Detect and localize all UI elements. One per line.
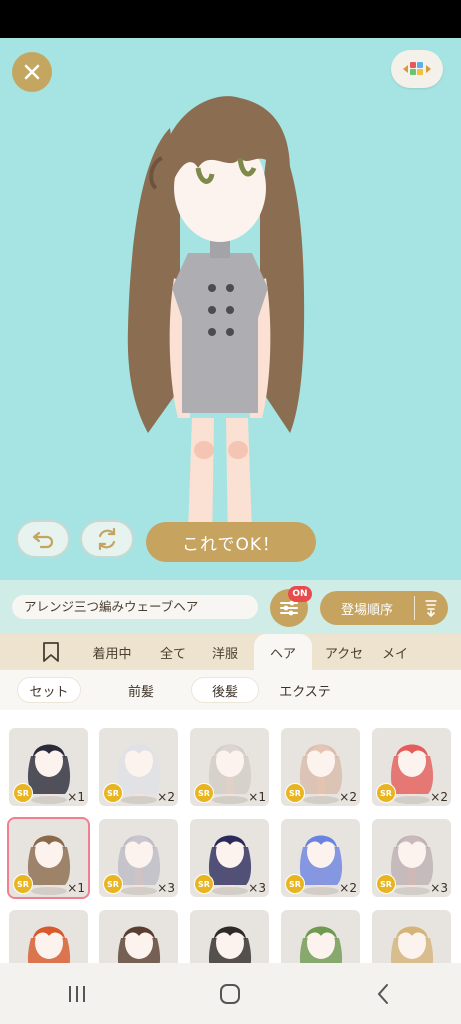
- filter-on-badge: ON: [288, 586, 312, 602]
- status-bar: [0, 0, 461, 38]
- item-info-bar: アレンジ三つ編みウェーブヘア ON 登場順序: [0, 580, 461, 634]
- item-quantity: ×3: [430, 881, 448, 895]
- item-grid: SR ×1 SR ×2 SR ×1 SR ×2 SR ×2 SR ×1 SR ×3 SR ×3 SR ×2 SR ×3: [0, 710, 461, 963]
- category-tabs: 着用中 全て 洋服 ヘア アクセ メイ: [0, 634, 461, 670]
- tab-clothes[interactable]: 洋服: [196, 634, 254, 670]
- rarity-badge: SR: [376, 783, 396, 803]
- hair-item-card[interactable]: SR ×1: [7, 817, 90, 899]
- hair-item-card[interactable]: SR ×2: [99, 728, 178, 806]
- system-nav-bar: [0, 963, 461, 1024]
- rarity-badge: SR: [13, 783, 33, 803]
- hair-item-card[interactable]: SR ×3: [372, 819, 451, 897]
- rarity-badge: SR: [285, 874, 305, 894]
- sub-category-tabs: セット 前髪 後髪 エクステ: [0, 670, 461, 710]
- subtab-bangs[interactable]: 前髪: [110, 678, 172, 702]
- item-name-label: アレンジ三つ編みウェーブヘア: [12, 595, 258, 619]
- undo-button[interactable]: [16, 520, 70, 558]
- hair-item-card[interactable]: SR ×1: [190, 728, 269, 806]
- rarity-badge: SR: [103, 874, 123, 894]
- tab-bookmark[interactable]: [28, 634, 74, 670]
- rarity-badge: SR: [376, 874, 396, 894]
- hair-thumbnail: [117, 926, 161, 963]
- subtab-extensions[interactable]: エクステ: [268, 678, 342, 702]
- tab-accessories[interactable]: アクセ: [312, 634, 376, 670]
- hair-thumbnail: [208, 926, 252, 963]
- hair-item-card[interactable]: SR ×2: [281, 728, 360, 806]
- rarity-badge: SR: [13, 874, 33, 894]
- hair-item-card[interactable]: SR ×2: [281, 819, 360, 897]
- rarity-badge: SR: [103, 783, 123, 803]
- hair-item-card[interactable]: [9, 910, 88, 963]
- item-quantity: ×3: [157, 881, 175, 895]
- tab-hair[interactable]: ヘア: [254, 634, 312, 670]
- item-quantity: ×1: [67, 790, 85, 804]
- tab-makeup[interactable]: メイ: [376, 634, 416, 670]
- item-quantity: ×1: [248, 790, 266, 804]
- tab-all[interactable]: 全て: [150, 634, 196, 670]
- rarity-badge: SR: [194, 874, 214, 894]
- avatar-stage: これでOK！: [0, 38, 461, 580]
- back-icon[interactable]: [371, 981, 397, 1007]
- hair-item-card[interactable]: [372, 910, 451, 963]
- sort-label: 登場順序: [340, 602, 393, 618]
- hair-item-card[interactable]: [281, 910, 360, 963]
- hair-item-card[interactable]: [99, 910, 178, 963]
- hair-item-card[interactable]: SR ×2: [372, 728, 451, 806]
- hair-thumbnail: [390, 926, 434, 963]
- hair-item-card[interactable]: SR ×1: [9, 728, 88, 806]
- hair-item-card[interactable]: SR ×3: [190, 819, 269, 897]
- sort-order-button[interactable]: 登場順序: [320, 591, 448, 625]
- confirm-ok-button[interactable]: これでOK！: [146, 522, 316, 562]
- sort-descending-icon: [425, 600, 437, 617]
- tab-wearing[interactable]: 着用中: [74, 634, 150, 670]
- hair-item-card[interactable]: SR ×3: [99, 819, 178, 897]
- bookmark-icon: [43, 642, 59, 662]
- palette-button[interactable]: [391, 50, 443, 88]
- item-quantity: ×2: [339, 790, 357, 804]
- rarity-badge: SR: [285, 783, 305, 803]
- close-button[interactable]: [12, 52, 52, 92]
- sort-toggle[interactable]: [415, 599, 447, 617]
- hair-item-card[interactable]: [190, 910, 269, 963]
- item-quantity: ×2: [157, 790, 175, 804]
- undo-icon: [32, 531, 54, 549]
- recent-apps-icon[interactable]: [64, 981, 90, 1007]
- refresh-icon: [98, 527, 116, 551]
- item-quantity: ×2: [430, 790, 448, 804]
- subtab-set[interactable]: セット: [18, 678, 80, 702]
- home-icon[interactable]: [217, 981, 243, 1007]
- rarity-badge: SR: [194, 783, 214, 803]
- hair-thumbnail: [27, 926, 71, 963]
- color-palette-icon: [403, 62, 431, 75]
- item-quantity: ×2: [339, 881, 357, 895]
- item-quantity: ×3: [248, 881, 266, 895]
- item-quantity: ×1: [67, 881, 85, 895]
- subtab-back-hair[interactable]: 後髪: [192, 678, 258, 702]
- avatar-figure: [127, 96, 305, 553]
- refresh-button[interactable]: [80, 520, 134, 558]
- close-icon: [24, 64, 40, 80]
- hair-thumbnail: [299, 926, 343, 963]
